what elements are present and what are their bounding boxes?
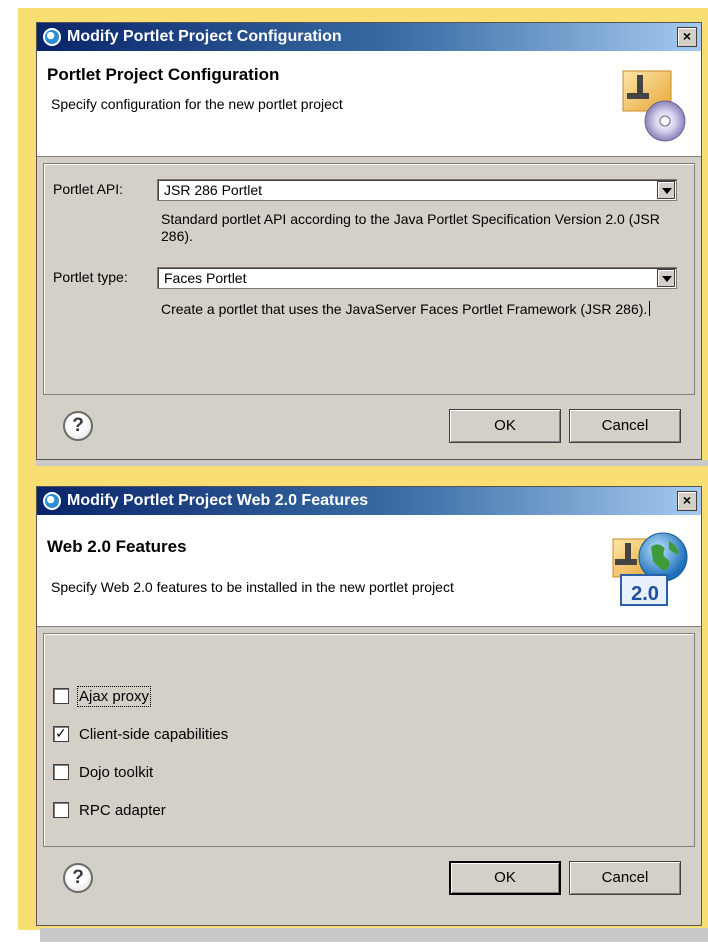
close-button[interactable]: × <box>677 27 697 47</box>
help-icon[interactable]: ? <box>63 863 93 893</box>
chevron-down-icon[interactable] <box>657 269 675 287</box>
text-cursor <box>649 301 651 316</box>
feature-ajax-proxy[interactable]: Ajax proxy <box>53 685 152 707</box>
cancel-button[interactable]: Cancel <box>569 409 681 443</box>
dialog-title: Modify Portlet Project Configuration <box>67 28 342 45</box>
eclipse-icon <box>43 492 61 510</box>
feature-rpc-adapter[interactable]: RPC adapter <box>53 799 166 821</box>
portlet-api-value: JSR 286 Portlet <box>164 182 263 198</box>
yellow-backdrop-notch <box>18 466 36 474</box>
feature-label: Client-side capabilities <box>79 725 229 743</box>
portlet-api-help: Standard portlet API according to the Ja… <box>161 211 660 244</box>
header-title: Portlet Project Configuration <box>47 65 280 84</box>
version-badge: 2.0 <box>631 583 659 605</box>
ok-button[interactable]: OK <box>449 861 561 895</box>
feature-client-side-capabilities[interactable]: ✓ Client-side capabilities <box>53 723 228 745</box>
feature-label: RPC adapter <box>79 801 166 819</box>
portlet-configuration-dialog: Modify Portlet Project Configuration × P… <box>36 22 702 460</box>
header-description: Specify configuration for the new portle… <box>51 96 343 112</box>
feature-label: Ajax proxy <box>76 685 152 707</box>
dialog-title: Modify Portlet Project Web 2.0 Features <box>67 492 369 509</box>
portlet-api-combo[interactable]: JSR 286 Portlet <box>157 179 677 201</box>
portlet-type-label: Portlet type: <box>53 269 128 285</box>
eclipse-icon <box>43 28 61 46</box>
ok-button[interactable]: OK <box>449 409 561 443</box>
feature-label: Dojo toolkit <box>79 763 154 781</box>
cancel-button[interactable]: Cancel <box>569 861 681 895</box>
portlet-config-wizard-icon <box>622 70 686 142</box>
dialog-shadow <box>36 460 708 466</box>
checkbox[interactable] <box>53 802 69 818</box>
feature-dojo-toolkit[interactable]: Dojo toolkit <box>53 761 153 783</box>
portlet-type-help-wrapper: Create a portlet that uses the JavaServe… <box>161 301 681 318</box>
portlet-type-combo[interactable]: Faces Portlet <box>157 267 677 289</box>
title-bar[interactable]: Modify Portlet Project Web 2.0 Features … <box>37 487 701 515</box>
checkbox[interactable] <box>53 688 69 704</box>
portlet-type-help: Create a portlet that uses the JavaServe… <box>161 301 648 317</box>
checkbox-checked[interactable]: ✓ <box>53 726 69 742</box>
portlet-api-label: Portlet API: <box>53 181 124 197</box>
header-title: Web 2.0 Features <box>47 537 187 556</box>
help-icon[interactable]: ? <box>63 411 93 441</box>
portlet-type-value: Faces Portlet <box>164 270 247 286</box>
web20-features-dialog: Modify Portlet Project Web 2.0 Features … <box>36 486 702 926</box>
chevron-down-icon[interactable] <box>657 181 675 199</box>
dialog-shadow <box>40 928 708 942</box>
title-bar[interactable]: Modify Portlet Project Configuration × <box>37 23 701 51</box>
wizard-header: Portlet Project Configuration Specify co… <box>37 51 701 157</box>
wizard-header: Web 2.0 Features Specify Web 2.0 feature… <box>37 515 701 627</box>
header-description: Specify Web 2.0 features to be installed… <box>51 579 454 595</box>
checkbox[interactable] <box>53 764 69 780</box>
close-button[interactable]: × <box>677 491 697 511</box>
